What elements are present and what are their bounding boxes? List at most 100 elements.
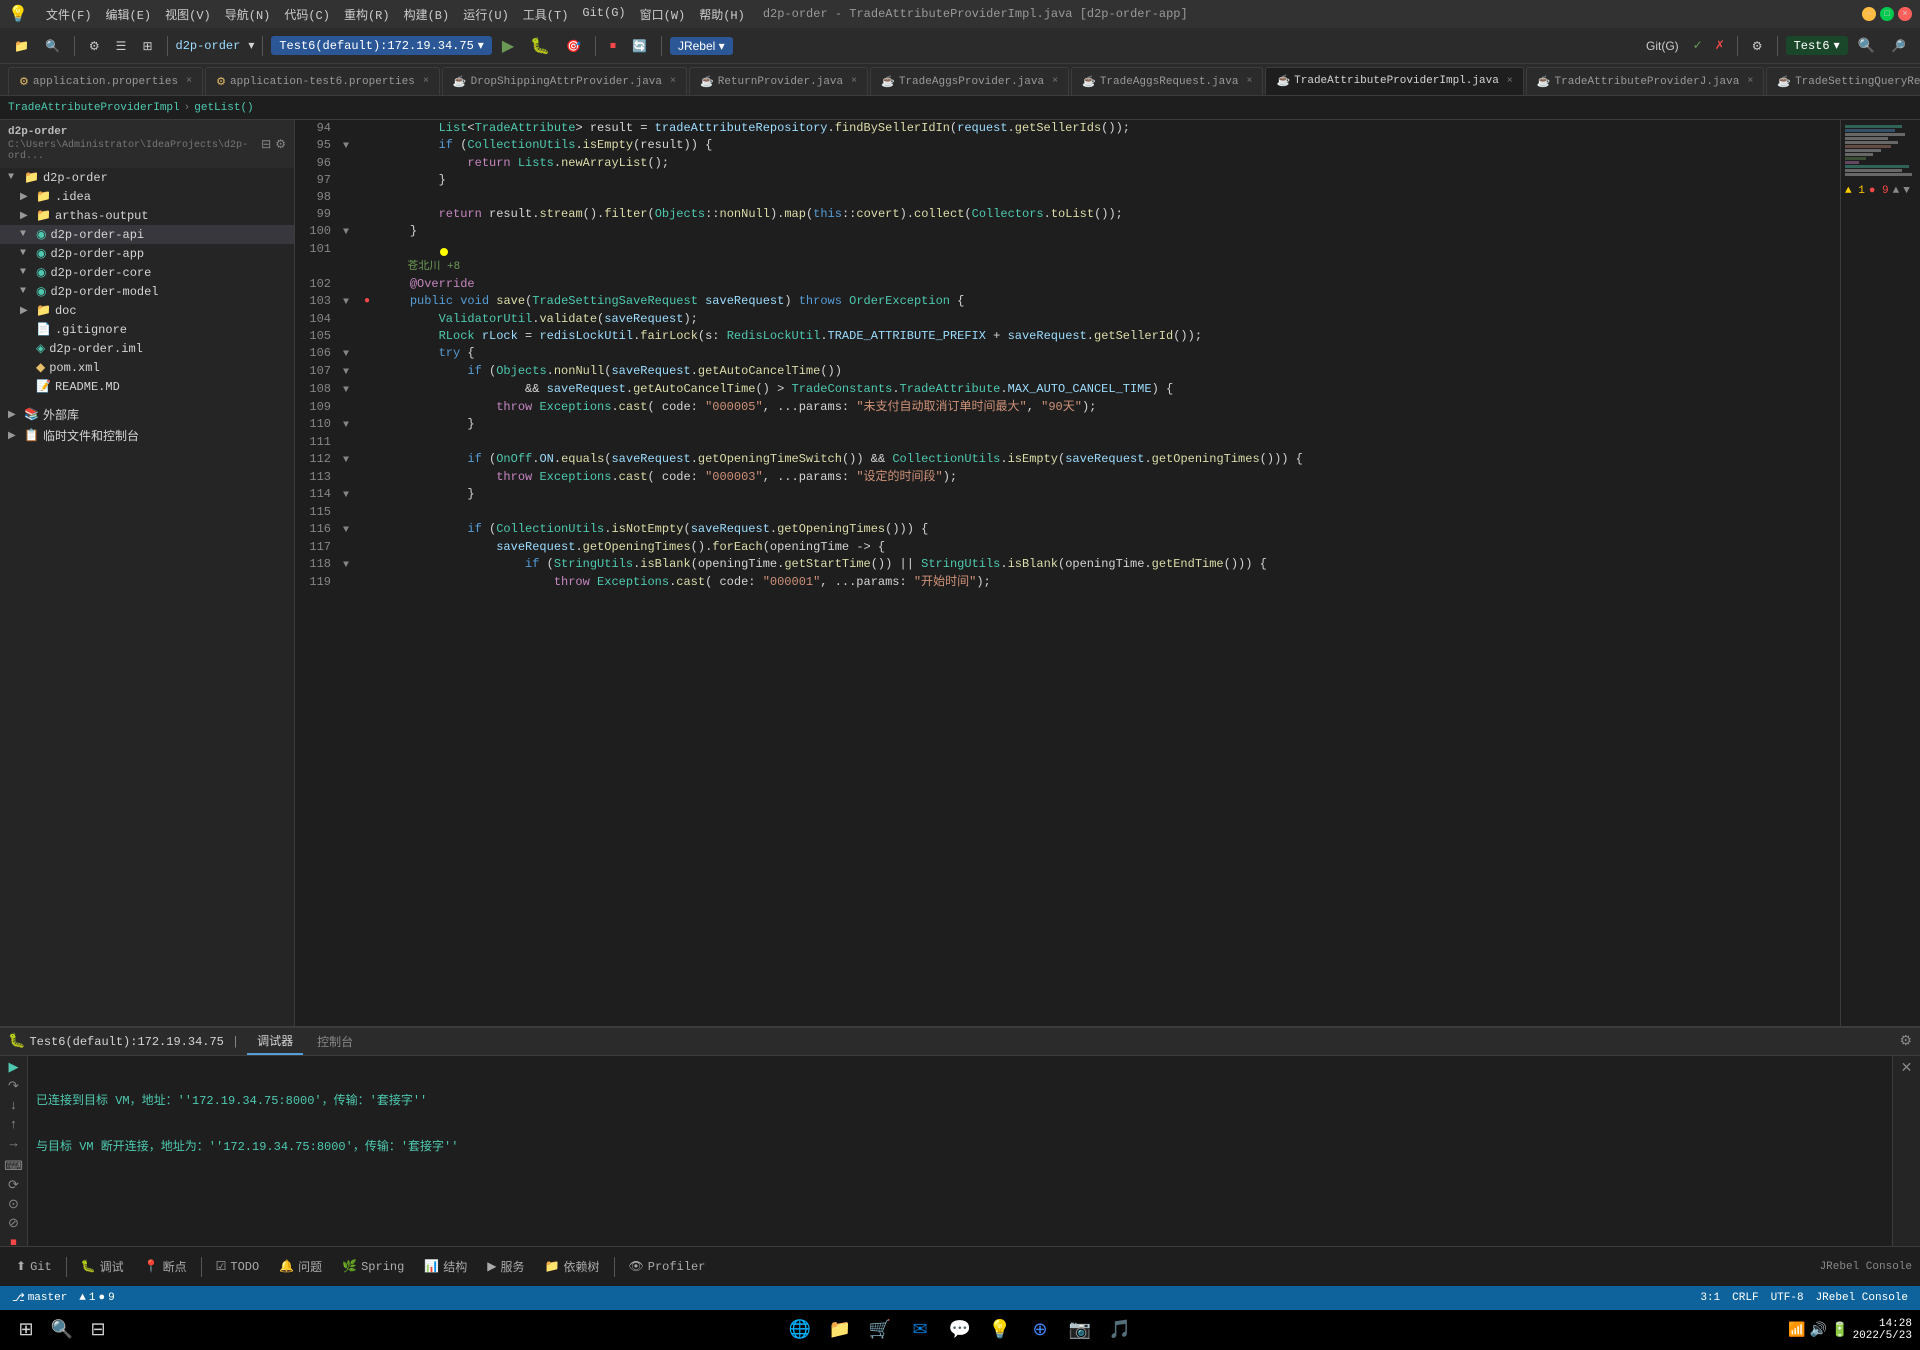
menu-view[interactable]: 视图(V) [159,4,217,25]
sidebar-item-iml[interactable]: ◈ d2p-order.iml [0,339,294,358]
sidebar-item-d2p-order[interactable]: ▼ 📁 d2p-order [0,168,294,187]
status-line-sep[interactable]: CRLF [1732,1292,1758,1304]
menu-code[interactable]: 代码(C) [278,4,336,25]
debug-button[interactable]: 🐛 [524,34,556,58]
sidebar-item-idea[interactable]: ▶ 📁 .idea [0,187,294,206]
debug-config-icon[interactable]: 🐛 [8,1033,25,1050]
test-config-selector[interactable]: Test6 ▾ [1786,36,1848,55]
tab-close-icon-4[interactable]: × [851,76,857,87]
resume-btn[interactable]: ▶ [4,1060,24,1075]
status-warnings[interactable]: ▲ 1 ● 9 [79,1292,114,1304]
app-icon-9[interactable]: 🎵 [1102,1312,1138,1348]
coverage-button[interactable]: 🎯 [560,37,587,55]
taskbar-todo[interactable]: ☑ TODO [208,1256,268,1277]
sidebar-item-d2p-order-app[interactable]: ▼ ◉ d2p-order-app [0,244,294,263]
tab-close-icon-5[interactable]: × [1052,76,1058,87]
menu-git[interactable]: Git(G) [576,4,631,25]
run-button[interactable]: ▶ [496,34,520,58]
sidebar-item-d2p-order-core[interactable]: ▼ ◉ d2p-order-core [0,263,294,282]
stop-button[interactable]: ⏹ [604,36,622,55]
menu-run[interactable]: 运行(U) [457,4,515,25]
toolbar-search[interactable]: 🔍 [39,37,66,55]
settings-icon[interactable]: ⚙ [275,137,286,152]
search-everywhere-btn[interactable]: 🔎 [1885,37,1912,55]
btm-tab-console[interactable]: 控制台 [307,1029,363,1054]
tab-close-icon-6[interactable]: × [1246,76,1252,87]
breadcrumb-method[interactable]: getList() [194,102,253,114]
tab-trade-setting-query[interactable]: ☕ TradeSettingQueryRequest.java × [1766,67,1920,95]
breakpoint-103[interactable]: ● [364,293,370,310]
nav-down[interactable]: ▼ [1903,185,1910,197]
sidebar-item-doc[interactable]: ▶ 📁 doc [0,301,294,320]
mail-icon[interactable]: ✉ [902,1312,938,1348]
tab-trade-attribute-impl[interactable]: ☕ TradeAttributeProviderImpl.java × [1265,67,1523,95]
tray-network[interactable]: 📶 [1788,1322,1805,1339]
tab-close-icon-7[interactable]: × [1507,76,1513,87]
menu-refactor[interactable]: 重构(R) [338,4,396,25]
tab-close-icon-2[interactable]: × [423,76,429,87]
evaluate-btn[interactable]: ⌨ [4,1159,24,1174]
btm-tab-debugger[interactable]: 调试器 [247,1028,303,1055]
jrebel-button[interactable]: JRebel ▾ [670,37,733,55]
chrome-icon[interactable]: ⊕ [1022,1312,1058,1348]
toolbar-layout[interactable]: ☰ [110,37,133,55]
toolbar-settings[interactable]: ⚙ [83,37,106,55]
stop-btn[interactable]: ⏹ [4,1235,24,1246]
tray-volume[interactable]: 🔊 [1810,1322,1827,1339]
tab-close-icon[interactable]: × [186,76,192,87]
tab-dropshipping[interactable]: ☕ DropShippingAttrProvider.java × [442,67,687,95]
taskbar-debug[interactable]: 🐛 调试 [73,1255,132,1278]
run-config-selector[interactable]: Test6(default):172.19.34.75 ▾ [271,36,491,55]
toolbar-split[interactable]: ⊞ [136,37,158,55]
mute-breakpoints-btn[interactable]: ⊘ [4,1216,24,1231]
close-panel-btn[interactable]: ✕ [1901,1060,1913,1077]
taskbar-dependencies[interactable]: 📁 依赖树 [537,1255,608,1278]
sidebar-item-pom[interactable]: ◆ pom.xml [0,358,294,377]
taskbar-services[interactable]: ▶ 服务 [479,1255,532,1278]
sidebar-item-d2p-order-api[interactable]: ▼ ◉ d2p-order-api [0,225,294,244]
status-jrebel-console[interactable]: JRebel Console [1816,1292,1908,1304]
store-icon[interactable]: 🛒 [862,1312,898,1348]
code-editor[interactable]: 94 List<TradeAttribute> result = tradeAt… [295,120,1840,1026]
tab-close-icon-3[interactable]: × [670,76,676,87]
maximize-button[interactable]: □ [1880,7,1894,21]
step-out-btn[interactable]: ↑ [4,1117,24,1132]
taskbar-profiler[interactable]: 👁 Profiler [621,1256,714,1277]
sidebar-item-external-libs[interactable]: ▶ 📚 外部库 [0,404,294,425]
status-git[interactable]: ⎇ master [12,1291,67,1305]
run-to-cursor-btn[interactable]: → [4,1136,24,1151]
menu-build[interactable]: 构建(B) [398,4,456,25]
status-position[interactable]: 3:1 [1700,1292,1720,1304]
teams-icon[interactable]: 💬 [942,1312,978,1348]
view-breakpoints-btn[interactable]: ⊙ [4,1197,24,1212]
menu-edit[interactable]: 编辑(E) [100,4,158,25]
menu-tools[interactable]: 工具(T) [517,4,575,25]
taskbar-structure[interactable]: 📊 结构 [416,1255,475,1278]
nav-up[interactable]: ▲ [1893,185,1900,197]
edge-icon[interactable]: 🌐 [782,1312,818,1348]
menu-window[interactable]: 窗口(W) [634,4,692,25]
breadcrumb-class[interactable]: TradeAttributeProviderImpl [8,102,180,114]
project-view-btn[interactable]: 📁 [8,37,35,55]
menu-help[interactable]: 帮助(H) [693,4,751,25]
git-toolbar-btn[interactable]: Git(G) [1640,37,1685,55]
settings-global[interactable]: ⚙ [1746,37,1769,55]
zoom-out-btn[interactable]: 🔍 [1852,35,1881,56]
collapse-all-btn[interactable]: ⊟ [261,137,271,152]
menu-nav[interactable]: 导航(N) [219,4,277,25]
tab-return-provider[interactable]: ☕ ReturnProvider.java × [689,67,868,95]
search-taskbar-btn[interactable]: 🔍 [44,1312,80,1348]
clock-display[interactable]: 14:28 2022/5/23 [1853,1318,1912,1342]
intellij-icon[interactable]: 💡 [982,1312,1018,1348]
sidebar-item-readme[interactable]: 📝 README.MD [0,377,294,396]
menu-file[interactable]: 文件(F) [40,4,98,25]
app-icon-8[interactable]: 📷 [1062,1312,1098,1348]
taskbar-breakpoint[interactable]: 📍 断点 [136,1255,195,1278]
minimize-button[interactable]: − [1862,7,1876,21]
tab-trade-attribute-j[interactable]: ☕ TradeAttributeProviderJ.java × [1526,67,1765,95]
tray-battery[interactable]: 🔋 [1831,1322,1848,1339]
windows-start-btn[interactable]: ⊞ [8,1312,44,1348]
panel-settings-btn[interactable]: ⚙ [1899,1033,1912,1050]
step-into-btn[interactable]: ↓ [4,1098,24,1113]
status-encoding[interactable]: UTF-8 [1771,1292,1804,1304]
